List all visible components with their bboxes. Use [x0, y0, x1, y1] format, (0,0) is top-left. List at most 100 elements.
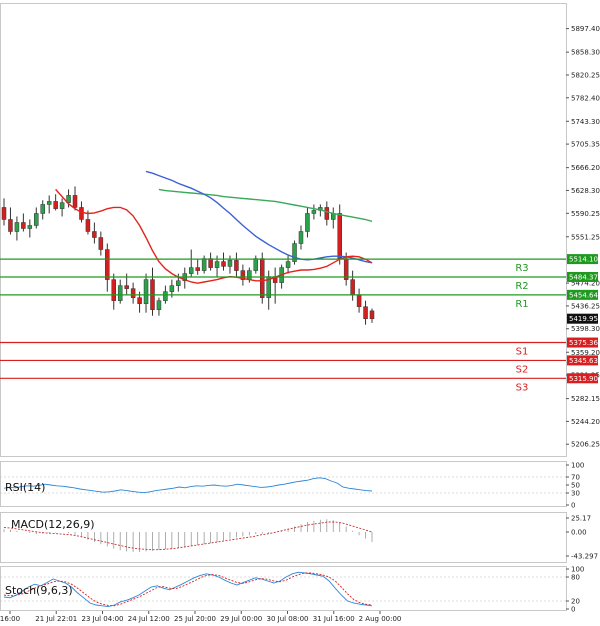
rsi-tick-label: 0: [571, 502, 575, 510]
stoch-tick-label: 20: [571, 598, 580, 606]
candle-body: [337, 213, 342, 259]
candle-body: [201, 258, 207, 271]
price-tick-label: 5705.35: [571, 141, 600, 149]
candle-body: [79, 207, 84, 220]
price-tick-label: 5858.30: [571, 49, 600, 57]
x-tick-label: 16:00: [0, 615, 20, 623]
price-tick-label: 5820.25: [571, 72, 600, 80]
candle-body: [137, 297, 142, 304]
candle-body: [298, 231, 304, 244]
time-x-axis: 16:00 21 Jul 22:01 23 Jul 04:00 24 Jul 12:0…: [0, 611, 401, 623]
candle-body: [369, 310, 375, 319]
candle-body: [363, 306, 368, 319]
stoch-tick-label: 80: [571, 574, 580, 582]
macd-tick-label: 25.17: [571, 515, 591, 523]
resistance-label: R1: [515, 299, 528, 310]
resistance-price-tag-label: 5484.37: [569, 273, 598, 281]
price-tick-label: 5628.30: [571, 187, 600, 195]
x-tick-label: 29 Jul 00:00: [220, 615, 262, 623]
price-tick-label: 5244.20: [571, 418, 600, 426]
resistance-price-tag-label: 5454.64: [569, 291, 598, 299]
macd-title: MACD(12,26,9): [11, 518, 95, 531]
x-tick-label: 30 Jul 08:00: [267, 615, 309, 623]
candle-body: [227, 260, 233, 267]
candle-body: [111, 279, 117, 301]
x-tick-label: 21 Jul 22:01: [35, 615, 77, 623]
candle-body: [40, 204, 45, 214]
candle-body: [59, 202, 65, 209]
candle-body: [92, 231, 97, 238]
candle-body: [27, 225, 33, 229]
candle-body: [156, 300, 162, 310]
candle-body: [176, 280, 181, 286]
candle-body: [1, 207, 7, 220]
candle-body: [350, 279, 355, 295]
candle-body: [195, 267, 200, 271]
stoch-title: Stoch(9,6,3): [5, 584, 73, 597]
price-tick-label: 5897.40: [571, 25, 600, 33]
x-tick-label: 31 Jul 16:00: [313, 615, 355, 623]
candle-body: [124, 285, 129, 289]
support-label: S1: [516, 347, 529, 358]
trading-chart: 5897.40 5858.30 5820.25 5782.40 5743.30 5705.…: [0, 3, 600, 623]
candle-body: [14, 222, 20, 232]
price-tick-label: 5398.30: [571, 325, 600, 333]
support-label: S3: [516, 382, 529, 393]
candle-body: [72, 195, 78, 208]
candle-body: [234, 260, 239, 271]
support-price-tag-label: 5345.63: [569, 357, 598, 365]
price-tick-label: 5282.15: [571, 395, 600, 403]
candle-body: [311, 210, 317, 214]
candle-body: [34, 213, 39, 226]
current-price-tag-label: 5419.95: [569, 315, 598, 323]
candle-body: [8, 219, 13, 232]
candle-body: [356, 294, 362, 307]
stoch-tick-label: 100: [571, 566, 584, 574]
price-tick-label: 5666.20: [571, 164, 600, 172]
candle-body: [46, 201, 52, 205]
rsi-tick-label: 70: [571, 474, 580, 482]
stoch-tick-label: 0: [571, 606, 575, 614]
candle-body: [98, 237, 104, 250]
resistance-price-tag-label: 5514.10: [569, 256, 598, 264]
candle-body: [247, 270, 252, 280]
candle-body: [53, 201, 58, 209]
rsi-tick-label: 100: [571, 462, 584, 470]
price-tick-label: 5590.25: [571, 210, 600, 218]
candle-body: [169, 285, 175, 292]
candle-body: [285, 261, 291, 268]
x-tick-label: 23 Jul 04:00: [82, 615, 124, 623]
candle-body: [324, 207, 330, 220]
candle-body: [305, 213, 310, 232]
candle-body: [21, 222, 26, 229]
price-tick-label: 5551.25: [571, 233, 600, 241]
support-price-tag-label: 5315.90: [569, 375, 598, 383]
stoch-panel-frame: [0, 566, 567, 611]
candle-body: [221, 261, 226, 267]
rsi-tick-label: 30: [571, 490, 580, 498]
resistance-label: R3: [515, 263, 528, 274]
price-y-axis: 5897.40 5858.30 5820.25 5782.40 5743.30 5705.…: [566, 25, 600, 449]
candle-body: [253, 258, 259, 271]
support-price-tag-label: 5375.36: [569, 339, 598, 347]
candle-body: [259, 258, 265, 298]
x-tick-label: 24 Jul 12:00: [128, 615, 170, 623]
candle-body: [117, 285, 123, 301]
price-tick-label: 5206.25: [571, 441, 600, 449]
x-tick-label: 25 Jul 20:00: [174, 615, 216, 623]
candle-body: [163, 291, 168, 301]
candle-body: [85, 219, 91, 232]
candle-body: [208, 258, 213, 268]
candle-body: [130, 288, 136, 298]
resistance-label: R2: [515, 281, 528, 292]
indicator-axes: 100705030025.170.00-43.29710080200: [566, 462, 598, 614]
price-panel-frame: [0, 3, 567, 457]
candle-body: [214, 261, 220, 268]
price-tick-label: 5743.30: [571, 118, 600, 126]
macd-tick-label: 0.00: [571, 528, 587, 536]
candle-body: [105, 249, 110, 280]
candle-body: [188, 267, 194, 274]
macd-tick-label: -43.297: [571, 553, 598, 561]
price-tick-label: 5436.25: [571, 302, 600, 310]
rsi-title: RSI(14): [5, 481, 45, 494]
